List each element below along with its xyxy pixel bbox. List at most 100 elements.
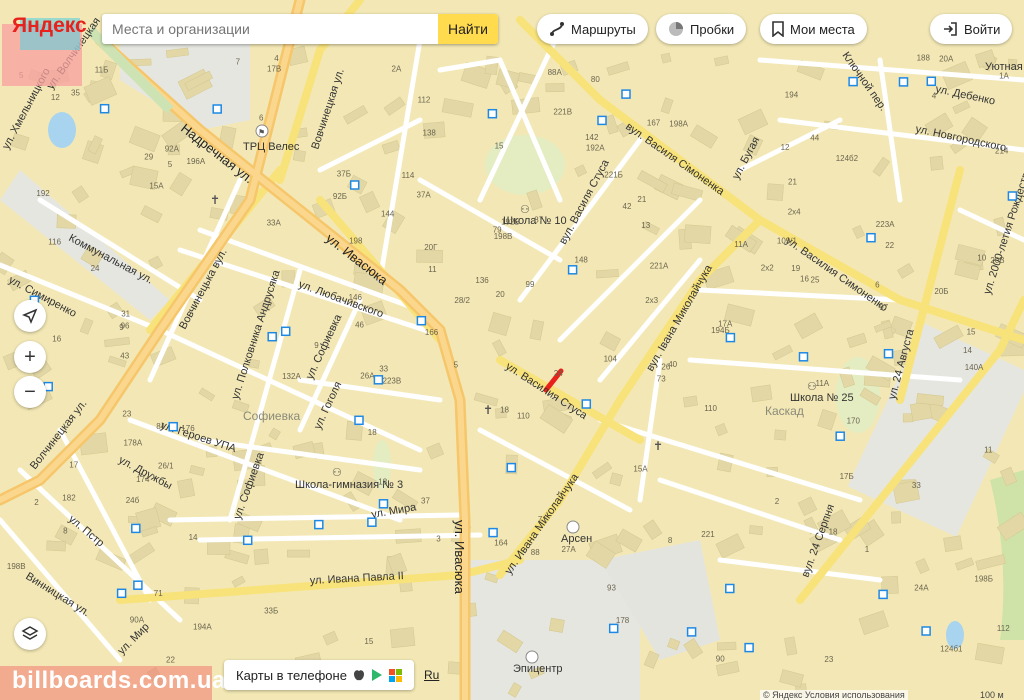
house-number: 16 [800,274,809,283]
bus-stop-icon[interactable] [354,415,364,426]
route-icon [550,22,564,36]
bus-stop-icon[interactable] [567,265,578,275]
house-number: 221Б [604,171,623,180]
house-number: 4 [274,54,279,63]
house-number: 96 [121,322,130,331]
bus-stop-icon[interactable] [487,108,498,119]
house-number: 15А [633,465,648,474]
bus-stop-icon[interactable] [926,76,937,87]
pond [48,112,76,148]
house-number: 2х2 [761,263,774,272]
bus-stop-icon[interactable] [267,331,277,342]
bus-stop-icon[interactable] [883,348,894,359]
poi-label-trc-veles: ТРЦ Велес [243,141,300,153]
bus-stop-icon[interactable] [1007,191,1018,201]
bus-stop-icon[interactable] [506,462,517,473]
house-number: 11А [816,379,830,388]
traffic-icon [669,22,683,36]
locate-button[interactable] [14,300,46,332]
bus-stop-icon[interactable] [280,326,291,337]
routes-button[interactable]: Маршруты [537,14,648,44]
house-number: 198 [349,237,363,246]
building [766,183,784,201]
copyright-terms[interactable]: © Яндекс Условия использования [760,690,908,700]
church-icon[interactable]: ✝ [210,193,220,207]
building [253,548,269,565]
house-number: 88А [548,68,563,77]
bus-stop-icon[interactable] [488,527,498,538]
bus-stop-icon[interactable] [242,535,253,546]
bus-stop-icon[interactable] [367,517,377,527]
layers-button[interactable] [14,618,46,650]
bus-stop-icon[interactable] [725,332,736,343]
login-button[interactable]: Войти [930,14,1013,44]
bus-stop-icon[interactable] [581,399,592,409]
zoom-in-button[interactable]: + [14,341,46,373]
building [46,540,67,552]
bus-stop-icon[interactable] [168,421,178,432]
map-canvas[interactable]: Надречная ул. Вовчинецкая ул. ул. Ивасюк… [0,0,1024,700]
poi-label-arsen: Арсен [561,533,592,545]
zoom-out-button[interactable]: − [14,376,46,408]
bus-stop-icon[interactable] [378,499,389,509]
building [389,627,416,649]
mobile-app-banner[interactable]: Карты в телефоне [224,660,414,690]
school-icon: ⚇ [332,466,342,479]
house-number: 8 [668,536,673,545]
bus-stop-icon[interactable] [373,375,384,385]
house-number: 2 [775,497,780,506]
house-number: 24 [91,264,100,273]
bus-stop-icon[interactable] [608,623,619,634]
house-number: 1А [999,72,1009,81]
house-number: 138 [423,128,437,137]
house-number: 124б1 [940,645,963,654]
bus-stop-icon[interactable] [133,580,143,590]
bus-stop-icon[interactable] [725,583,735,594]
house-number: 1 [865,545,870,554]
bus-stop-icon[interactable] [349,180,360,190]
building [891,511,902,524]
house-number: 26А [360,372,375,381]
navigate-arrow-icon [22,308,38,324]
house-number: 214 [995,147,1009,156]
bus-stop-icon[interactable] [866,232,876,243]
house-number: 21 [637,195,646,204]
search-button[interactable]: Найти [438,14,498,44]
house-number: 17В [267,65,281,74]
church-icon[interactable]: ✝ [653,439,663,453]
house-number: 104 [604,355,618,364]
building [660,52,672,64]
bus-stop-icon[interactable] [835,431,845,441]
traffic-button[interactable]: Пробки [656,14,747,44]
bus-stop-icon[interactable] [314,519,324,530]
bus-stop-icon[interactable] [99,103,110,114]
house-number: 11А [734,240,748,249]
my-places-button[interactable]: Мои места [760,14,867,44]
house-number: 31 [121,310,130,319]
language-switch[interactable]: Ru [424,668,439,682]
house-number: 18 [500,406,509,415]
house-number: 2х3 [645,296,658,305]
house-number: 198В [7,562,26,571]
house-number: 15 [495,141,504,150]
bus-stop-icon[interactable] [131,523,141,534]
bus-stop-icon[interactable] [212,104,222,114]
bus-stop-icon[interactable] [116,588,127,599]
bus-stop-icon[interactable] [686,627,697,637]
house-number: 28/2 [454,296,470,305]
church-icon[interactable]: ✝ [483,403,493,417]
house-number: 99 [526,280,535,289]
bus-stop-icon[interactable] [597,115,607,126]
bus-stop-icon[interactable] [878,589,888,600]
bus-stop-icon[interactable] [621,89,631,99]
building [207,541,231,556]
bus-stop-icon[interactable] [848,76,858,87]
bus-stop-icon[interactable] [798,352,809,362]
house-number: 20Б [934,287,948,296]
bus-stop-icon[interactable] [744,642,754,653]
bus-stop-icon[interactable] [921,626,931,636]
logo-area[interactable]: Яндекс [0,0,100,86]
bus-stop-icon[interactable] [416,315,427,326]
search-input[interactable] [102,14,438,44]
bus-stop-icon[interactable] [898,77,909,87]
